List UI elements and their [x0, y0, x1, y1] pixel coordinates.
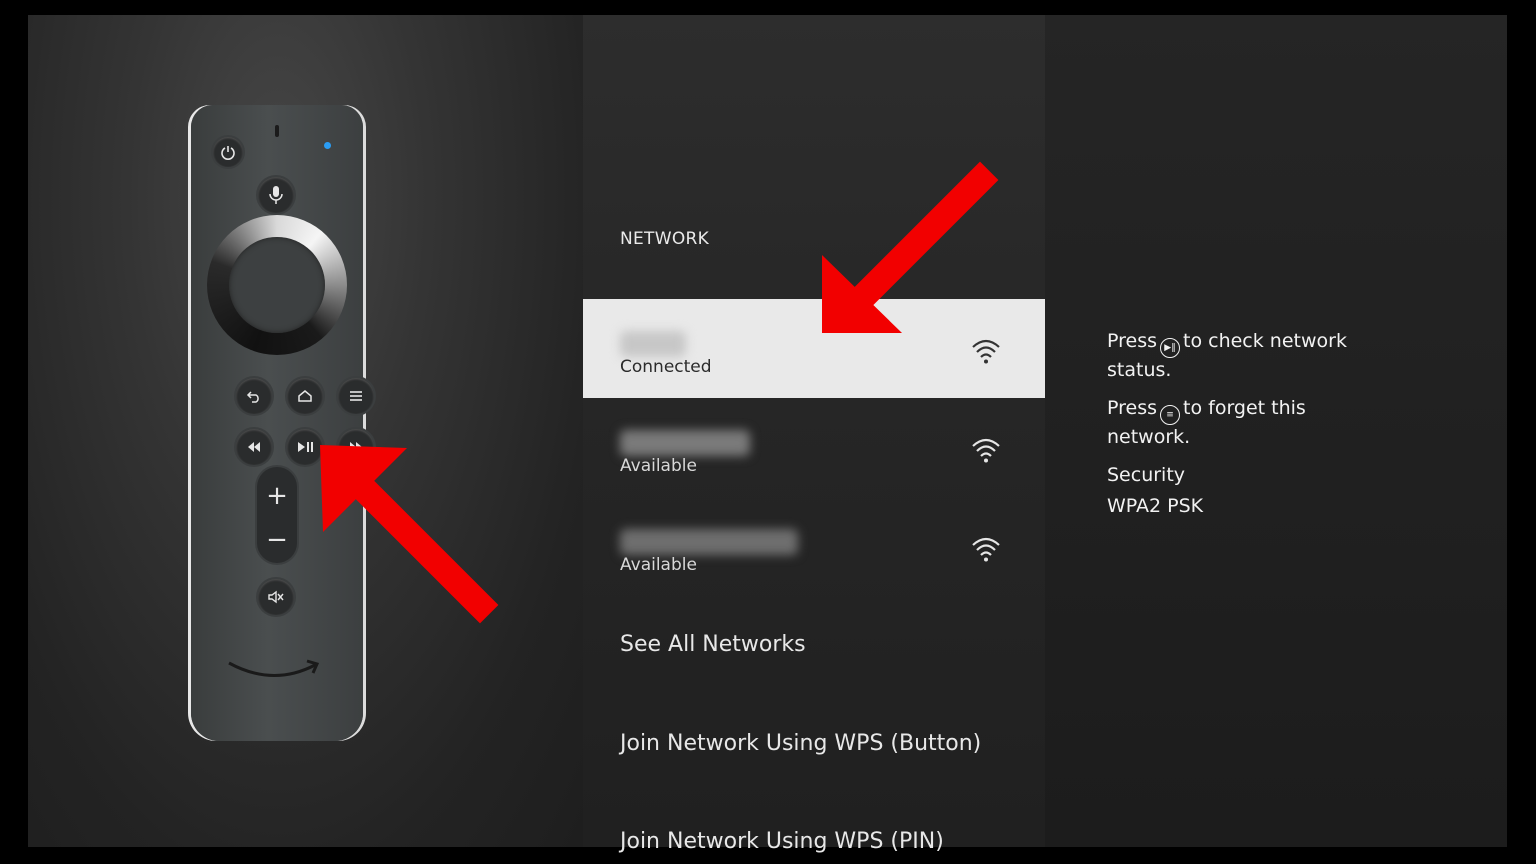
- power-icon: [213, 137, 243, 167]
- rewind-icon: [236, 429, 272, 465]
- network-row-available-2[interactable]: Available: [583, 497, 1045, 596]
- join-wps-button[interactable]: Join Network Using WPS (Button): [620, 731, 981, 756]
- network-heading: NETWORK: [620, 229, 710, 249]
- microphone-hole: [275, 125, 279, 137]
- forget-text-2: network.: [1107, 426, 1191, 448]
- wifi-icon: [972, 537, 1000, 562]
- play-pause-icon: ▶‖: [1160, 338, 1181, 358]
- menu-icon: ≡: [1160, 405, 1181, 425]
- press-label: Press: [1107, 330, 1158, 352]
- volume-rocker: + −: [257, 467, 297, 563]
- network-name-blurred: [620, 430, 750, 456]
- security-value: WPA2 PSK: [1107, 495, 1204, 517]
- check-status-hint: Press ▶‖ to check network status.: [1107, 329, 1347, 383]
- network-name-blurred: [620, 331, 686, 357]
- press-label: Press: [1107, 397, 1158, 419]
- join-wps-pin[interactable]: Join Network Using WPS (PIN): [620, 829, 944, 854]
- amazon-smile-logo: [228, 659, 320, 677]
- select-button: [229, 237, 325, 333]
- volume-up-icon: +: [266, 481, 288, 511]
- network-status: Available: [620, 456, 697, 476]
- wifi-icon: [972, 339, 1000, 364]
- see-all-networks[interactable]: See All Networks: [620, 632, 806, 657]
- check-status-text: to check network: [1183, 330, 1347, 352]
- network-row-available-1[interactable]: Available: [583, 398, 1045, 497]
- navigation-ring: [207, 215, 347, 355]
- network-status: Available: [620, 555, 697, 575]
- fire-tv-remote: + −: [191, 105, 374, 741]
- microphone-icon: [258, 177, 294, 213]
- volume-down-icon: −: [266, 525, 288, 555]
- network-name-blurred: [620, 529, 798, 555]
- forget-text: to forget this: [1183, 397, 1306, 419]
- check-status-text-2: status.: [1107, 359, 1172, 381]
- status-led: [324, 142, 331, 149]
- network-row-connected[interactable]: Connected: [583, 299, 1045, 398]
- menu-icon: [338, 378, 374, 414]
- network-status: Connected: [620, 357, 712, 377]
- play-pause-icon: [287, 429, 323, 465]
- forget-network-hint: Press ≡ to forget this network.: [1107, 396, 1306, 450]
- fast-forward-icon: [338, 429, 374, 465]
- security-label: Security: [1107, 464, 1186, 486]
- home-icon: [287, 378, 323, 414]
- wifi-icon: [972, 438, 1000, 463]
- mute-icon: [258, 579, 294, 615]
- back-icon: [236, 378, 272, 414]
